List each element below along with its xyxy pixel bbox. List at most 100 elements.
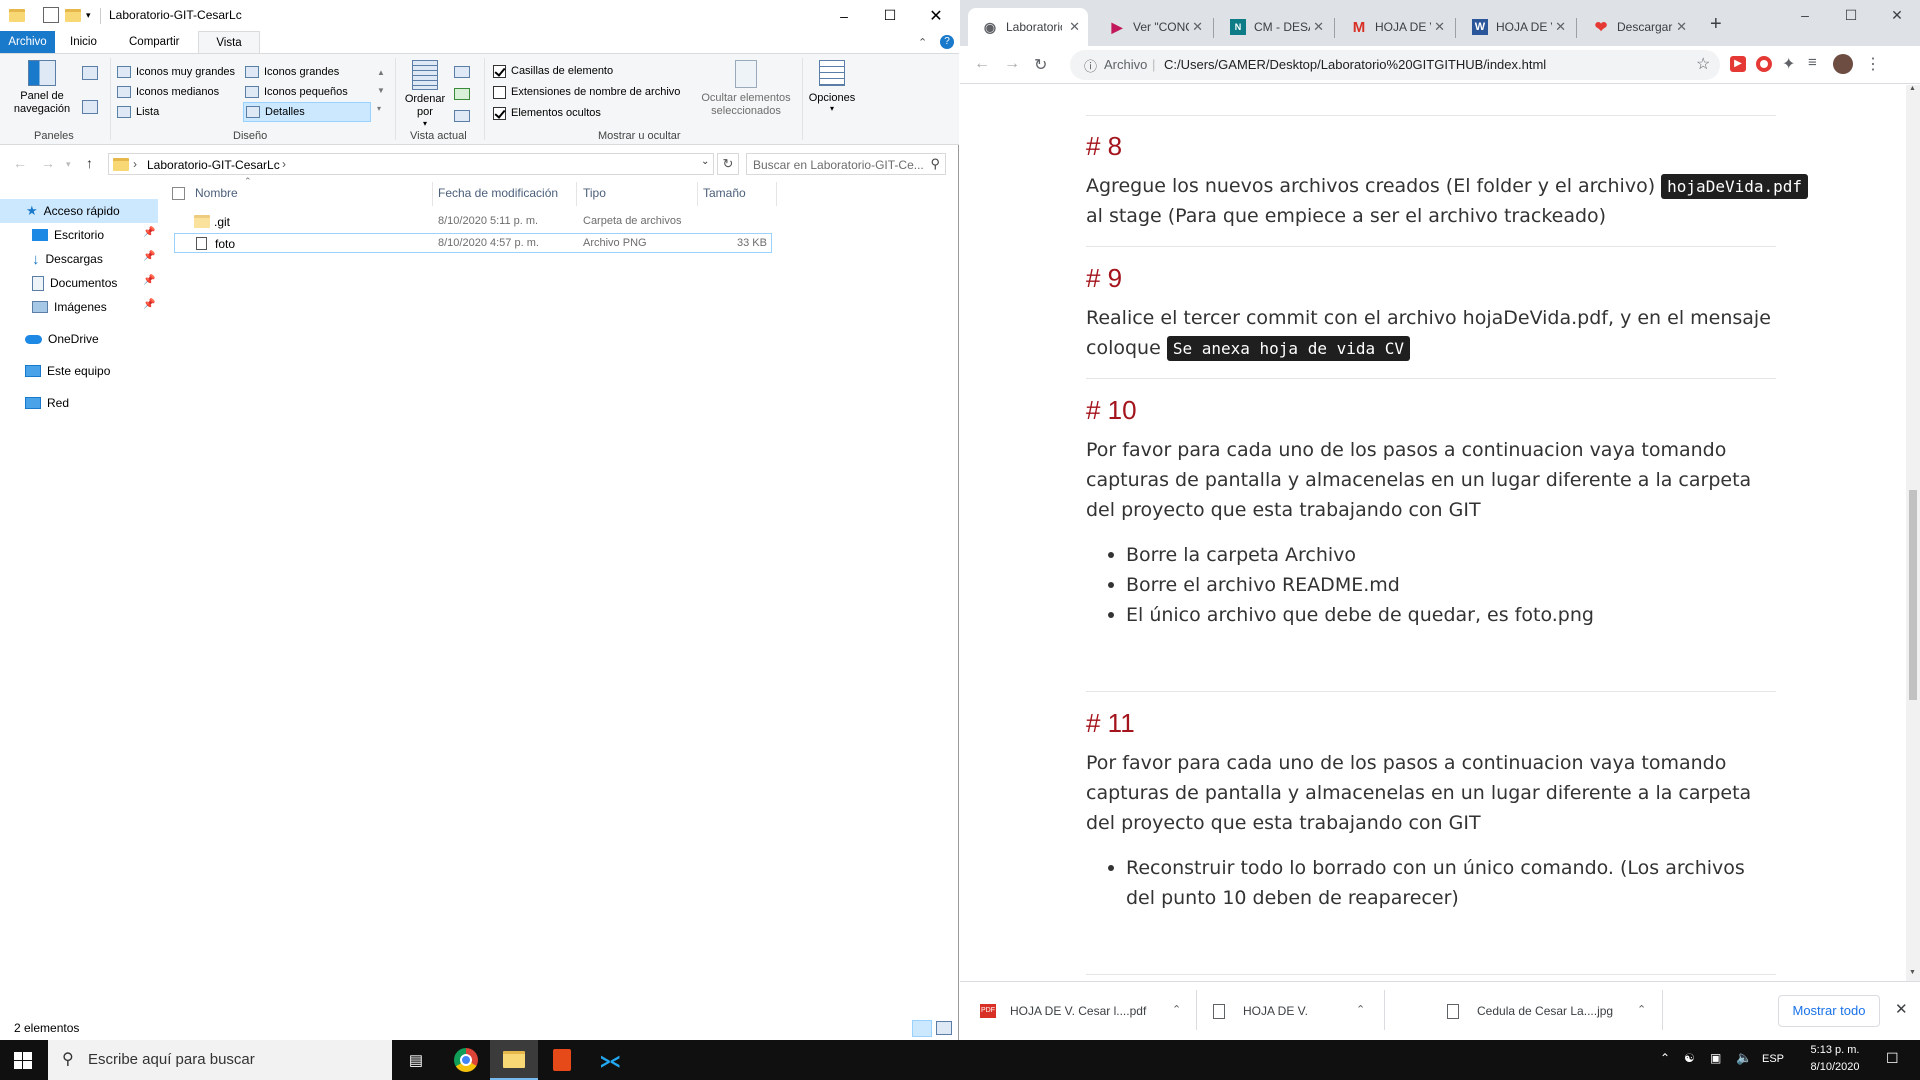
recent-locations-icon[interactable]: ▾ <box>66 159 71 170</box>
close-tab-icon[interactable]: ✕ <box>1313 19 1324 35</box>
column-divider[interactable] <box>576 182 577 206</box>
nav-pane-button[interactable]: Panel de navegación <box>8 58 76 128</box>
close-tab-icon[interactable]: ✕ <box>1555 19 1566 35</box>
reading-list-icon[interactable]: ≡ <box>1808 54 1817 71</box>
column-header-tamano[interactable]: Tamaño <box>703 186 746 200</box>
taskbar-search-input[interactable]: ⚲ Escribe aquí para buscar <box>48 1040 392 1080</box>
tab-cm-desa[interactable]: N CM - DESA ✕ <box>1216 8 1332 46</box>
ribbon-tab-vista[interactable]: Vista <box>198 31 260 53</box>
nav-item-documentos[interactable]: Documentos 📌 <box>0 271 158 295</box>
layout-medium-icons[interactable]: Iconos medianos <box>117 83 219 101</box>
close-button[interactable]: ✕ <box>1874 0 1920 30</box>
sort-by-button[interactable]: Ordenar por ▾ <box>402 58 448 128</box>
collapse-ribbon-icon[interactable]: ⌃ <box>918 36 927 49</box>
page-scrollbar[interactable]: ▲ ▼ <box>1906 85 1920 981</box>
minimize-button[interactable]: – <box>821 0 867 31</box>
address-bar[interactable]: ⓘ Archivo | C:/Users/GAMER/Desktop/Labor… <box>1070 50 1720 80</box>
properties-icon[interactable] <box>43 7 59 23</box>
ribbon-tab-compartir[interactable]: Compartir <box>119 31 189 53</box>
item-checkboxes-toggle[interactable]: Casillas de elemento <box>493 62 613 80</box>
large-icons-view-icon[interactable] <box>936 1021 952 1035</box>
tab-laboratorio[interactable]: ◉ Laboratorio ✕ <box>968 8 1088 46</box>
address-dropdown-icon[interactable]: ⌄ <box>701 156 709 167</box>
column-header-nombre[interactable]: Nombre <box>195 186 238 200</box>
ribbon-tab-archivo[interactable]: Archivo <box>0 31 55 53</box>
address-bar[interactable]: › Laboratorio-GIT-CesarLc › ⌄ <box>108 153 714 175</box>
nav-item-imagenes[interactable]: Imágenes 📌 <box>0 295 158 319</box>
close-tab-icon[interactable]: ✕ <box>1434 19 1445 35</box>
layout-extra-large-icons[interactable]: Iconos muy grandes <box>117 63 235 81</box>
chevron-up-icon[interactable]: ⌃ <box>1172 1003 1181 1016</box>
chrome-app[interactable] <box>442 1040 490 1080</box>
breadcrumb[interactable]: Laboratorio-GIT-CesarLc <box>147 158 280 172</box>
language-indicator[interactable]: ESP <box>1762 1053 1784 1065</box>
pin-icon[interactable]: 📌 <box>143 275 155 286</box>
nav-item-descargas[interactable]: ↓ Descargas 📌 <box>0 247 158 271</box>
forward-arrow-icon[interactable]: → <box>1004 55 1020 73</box>
chevron-up-icon[interactable]: ⌃ <box>1637 1003 1646 1016</box>
column-header-fecha[interactable]: Fecha de modificación <box>438 186 558 200</box>
scroll-up-icon[interactable]: ▲ <box>1909 85 1916 92</box>
hide-selected-button[interactable]: Ocultar elementos seleccionados <box>694 58 798 118</box>
file-row[interactable]: .git 8/10/2020 5:11 p. m. Carpeta de arc… <box>174 212 772 232</box>
clock-date[interactable]: 8/10/2020 <box>1800 1061 1870 1073</box>
layout-scroll-arrows[interactable]: ▲ ▼ ▾ <box>377 64 385 118</box>
close-tab-icon[interactable]: ✕ <box>1192 19 1203 35</box>
avatar[interactable] <box>1833 54 1853 74</box>
scroll-down-icon[interactable]: ▼ <box>1909 969 1916 976</box>
file-row[interactable]: foto 8/10/2020 4:57 p. m. Archivo PNG 33… <box>174 233 772 253</box>
hidden-items-toggle[interactable]: Elementos ocultos <box>493 104 601 122</box>
show-all-downloads-button[interactable]: Mostrar todo <box>1778 995 1880 1027</box>
column-divider[interactable] <box>432 182 433 206</box>
column-divider[interactable] <box>776 182 777 206</box>
close-downloads-bar-icon[interactable]: ✕ <box>1895 1000 1908 1018</box>
details-pane-icon[interactable] <box>82 100 98 114</box>
tab-ver-conc[interactable]: ▶ Ver "CONC ✕ <box>1095 8 1211 46</box>
group-by-icon[interactable] <box>454 66 470 78</box>
layout-list[interactable]: Lista <box>117 103 159 121</box>
nav-item-escritorio[interactable]: Escritorio 📌 <box>0 223 158 247</box>
select-all-checkbox[interactable] <box>172 187 185 200</box>
breadcrumb-chevron-icon[interactable]: › <box>282 157 286 171</box>
download-item[interactable]: HOJA DE V. ⌃ <box>1213 994 1428 1028</box>
url-text[interactable]: C:/Users/GAMER/Desktop/Laboratorio%20GIT… <box>1164 57 1546 72</box>
size-columns-icon[interactable] <box>454 110 470 122</box>
tab-hoja-de-v-gmail[interactable]: M HOJA DE V ✕ <box>1337 8 1453 46</box>
add-columns-icon[interactable] <box>454 88 470 100</box>
details-view-icon[interactable] <box>912 1020 932 1037</box>
options-button[interactable]: Opciones ▾ <box>806 58 858 113</box>
back-arrow-icon[interactable]: ← <box>974 55 990 73</box>
more-menu-icon[interactable]: ⋮ <box>1865 54 1881 74</box>
device-icon[interactable]: ▣ <box>1710 1051 1721 1065</box>
info-icon[interactable]: ⓘ <box>1084 56 1097 75</box>
extension-record-icon[interactable]: ▶ <box>1730 56 1746 72</box>
back-arrow-icon[interactable]: ← <box>13 155 27 171</box>
column-divider[interactable] <box>697 182 698 206</box>
bookmark-star-icon[interactable]: ☆ <box>1696 54 1710 74</box>
ribbon-tab-inicio[interactable]: Inicio <box>60 31 107 53</box>
search-input[interactable]: Buscar en Laboratorio-GIT-Ce... ⚲ <box>746 153 946 175</box>
office-app[interactable] <box>538 1040 586 1080</box>
nav-item-acceso-rapido[interactable]: ★ Acceso rápido <box>0 199 158 223</box>
layout-large-icons[interactable]: Iconos grandes <box>245 63 339 81</box>
task-view-icon[interactable]: ▤ <box>392 1040 440 1080</box>
volume-icon[interactable]: 🔈 <box>1736 1050 1752 1066</box>
chevron-up-icon[interactable]: ⌃ <box>1356 1003 1365 1016</box>
column-header-tipo[interactable]: Tipo <box>583 186 606 200</box>
extensions-puzzle-icon[interactable]: ✦ <box>1782 54 1795 74</box>
pin-icon[interactable]: 📌 <box>143 299 155 310</box>
tab-hoja-de-v-word[interactable]: W HOJA DE V ✕ <box>1458 8 1574 46</box>
windows-start-icon[interactable] <box>14 1052 32 1069</box>
clock-time[interactable]: 5:13 p. m. <box>1800 1044 1870 1056</box>
new-folder-icon[interactable] <box>65 7 81 23</box>
pin-icon[interactable]: 📌 <box>143 251 155 262</box>
close-tab-icon[interactable]: ✕ <box>1676 19 1687 35</box>
nav-item-este-equipo[interactable]: Este equipo <box>0 359 158 383</box>
minimize-button[interactable]: – <box>1782 0 1828 30</box>
show-hidden-icons-icon[interactable]: ⌃ <box>1660 1051 1670 1065</box>
maximize-button[interactable]: ☐ <box>1828 0 1874 30</box>
help-icon[interactable]: ? <box>940 35 954 49</box>
pin-icon[interactable]: 📌 <box>143 227 155 238</box>
layout-small-icons[interactable]: Iconos pequeños <box>245 83 348 101</box>
forward-arrow-icon[interactable]: → <box>41 155 55 171</box>
